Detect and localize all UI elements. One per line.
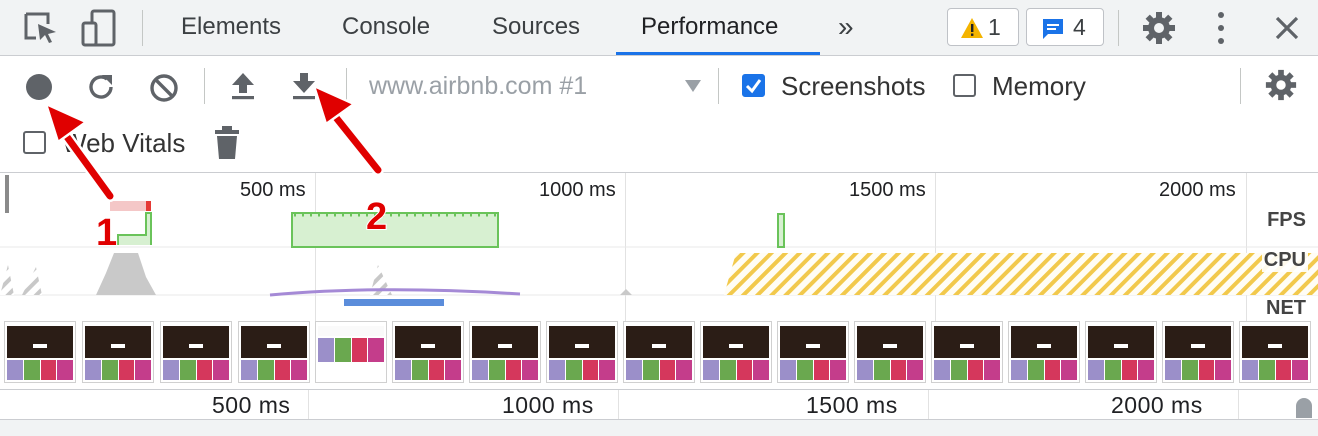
annotation-arrows: [44, 84, 384, 202]
devtools-window: Elements Console Sources Performance » 1…: [0, 0, 1318, 436]
annotation-number-2: 2: [365, 195, 388, 239]
annotation-number-1: 1: [95, 211, 118, 255]
annotation-arrow-2: [312, 84, 384, 176]
annotation-arrow-1: [44, 102, 116, 202]
